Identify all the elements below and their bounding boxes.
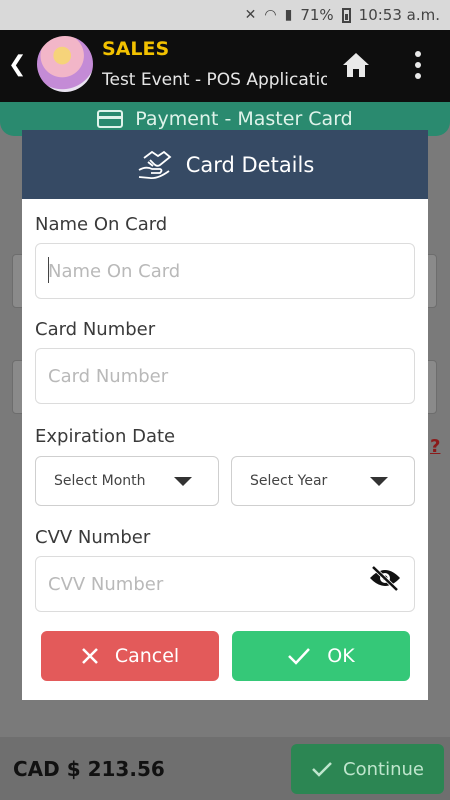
home-icon[interactable]: [341, 50, 371, 80]
payment-banner-label: Payment - Master Card: [135, 108, 353, 130]
continue-label: Continue: [343, 758, 424, 780]
cancel-label: Cancel: [114, 645, 180, 667]
order-total: CAD $ 213.56: [13, 757, 165, 781]
card-number-input[interactable]: [35, 348, 415, 404]
cvv-input[interactable]: [35, 556, 415, 612]
continue-button[interactable]: Continue: [291, 744, 444, 794]
card-number-label: Card Number: [35, 319, 156, 340]
ok-label: OK: [327, 645, 355, 667]
battery-percent: 71%: [300, 6, 334, 24]
ok-button[interactable]: OK: [232, 631, 410, 681]
avatar: [37, 36, 93, 92]
wifi-icon: ◠: [264, 7, 277, 23]
chevron-down-icon: [174, 477, 192, 486]
month-select[interactable]: Select Month: [35, 456, 219, 506]
check-icon: [312, 762, 332, 777]
bottom-bar: CAD $ 213.56 Continue: [0, 737, 450, 800]
back-arrow-icon[interactable]: ❮: [8, 52, 26, 77]
status-bar: ✕ ◠ ▮ 71% 10:53 a.m.: [0, 0, 450, 30]
clock: 10:53 a.m.: [358, 6, 440, 24]
name-on-card-input[interactable]: [35, 243, 415, 299]
cvv-label: CVV Number: [35, 527, 151, 548]
app-header: ❮ SALES Test Event - POS Application: [0, 30, 450, 102]
eye-off-icon[interactable]: [368, 564, 402, 592]
close-icon: [81, 648, 98, 664]
page-subtitle: Test Event - POS Application: [102, 70, 327, 90]
modal-title: Card Details: [185, 152, 315, 177]
year-select-value: Select Year: [250, 473, 328, 489]
name-on-card-label: Name On Card: [35, 214, 168, 235]
month-select-value: Select Month: [54, 473, 146, 489]
chevron-down-icon: [370, 477, 388, 486]
modal-header: Card Details: [22, 130, 428, 199]
more-vert-icon[interactable]: [408, 48, 428, 82]
card-details-modal: Card Details Name On Card Card Number Ex…: [22, 130, 428, 700]
check-icon: [288, 648, 311, 665]
credit-card-icon: [97, 110, 124, 128]
page-title: SALES: [102, 38, 170, 60]
expiration-date-label: Expiration Date: [35, 426, 176, 447]
mute-icon: ✕: [244, 7, 257, 23]
text-cursor: [48, 257, 49, 283]
handshake-icon: [138, 150, 172, 179]
cancel-button[interactable]: Cancel: [41, 631, 219, 681]
help-link[interactable]: ?: [430, 436, 440, 457]
year-select[interactable]: Select Year: [231, 456, 415, 506]
signal-icon: ▮: [284, 7, 293, 23]
battery-icon: [341, 7, 351, 23]
